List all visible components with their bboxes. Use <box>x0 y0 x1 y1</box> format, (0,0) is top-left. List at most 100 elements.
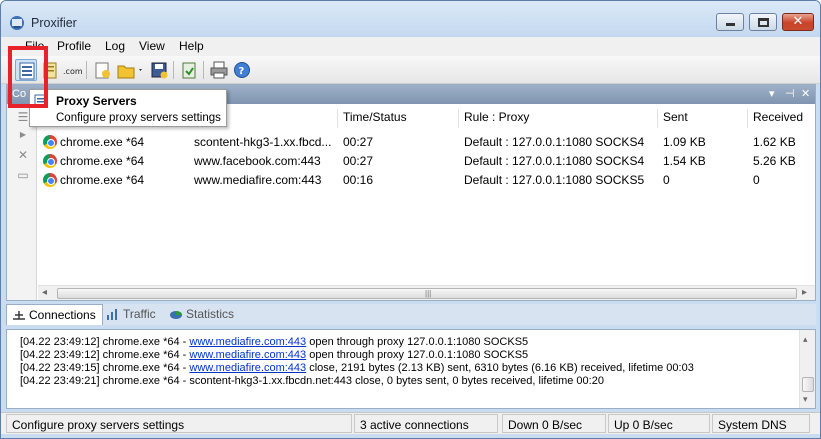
cell-target: www.facebook.com:443 <box>194 154 321 168</box>
status-download-rate: Down 0 B/sec <box>502 414 606 433</box>
connections-tab-icon <box>13 311 25 320</box>
cell-application: chrome.exe *64 <box>60 154 145 168</box>
cell-target: scontent-hkg3-1.xx.fbcd... <box>194 135 332 149</box>
status-upload-rate: Up 0 B/sec <box>608 414 710 433</box>
cell-rule-proxy: Default : 127.0.0.1:1080 SOCKS4 <box>464 135 645 149</box>
view-tabs: Connections Traffic Statistics <box>6 304 816 325</box>
toolbar-separator <box>86 61 87 79</box>
log-line: [04.22 23:49:15] chrome.exe *64 - www.me… <box>20 362 694 374</box>
cell-sent: 1.54 KB <box>663 154 706 168</box>
open-window-icon[interactable]: ▭ <box>15 168 31 184</box>
column-header-sent[interactable]: Sent <box>663 110 688 128</box>
scrollbar-thumb[interactable]: ||| <box>57 288 797 299</box>
cell-rule-proxy: Default : 127.0.0.1:1080 SOCKS4 <box>464 154 645 168</box>
close-icon: ✕ <box>792 13 804 28</box>
log-link[interactable]: www.mediafire.com:443 <box>189 349 306 361</box>
cell-application: chrome.exe *64 <box>60 135 145 149</box>
maximize-button[interactable] <box>749 13 777 31</box>
column-separator[interactable] <box>458 109 459 128</box>
tooltip-title: Proxy Servers <box>56 94 137 108</box>
scroll-right-icon[interactable]: ▸ <box>802 287 807 298</box>
cell-received: 5.26 KB <box>753 154 796 168</box>
print-button[interactable] <box>208 59 230 81</box>
log-line: [04.22 23:49:12] chrome.exe *64 - www.me… <box>20 336 528 348</box>
toolbar-separator <box>203 61 204 79</box>
column-separator[interactable] <box>747 109 748 128</box>
cell-sent: 0 <box>663 173 670 187</box>
menu-log[interactable]: Log <box>105 39 125 53</box>
highlight-annotation <box>8 46 48 108</box>
scroll-left-icon[interactable]: ◂ <box>42 287 47 298</box>
log-text: [04.22 23:49:21] chrome.exe *64 - sconte… <box>20 375 604 387</box>
proxifier-window: Proxifier ✕ File Profile Log View Help .… <box>0 0 821 439</box>
svg-text:?: ? <box>239 66 245 77</box>
scroll-down-icon[interactable]: ▾ <box>803 394 808 405</box>
vertical-scrollbar[interactable]: ▴ ▾ <box>799 330 815 408</box>
column-separator[interactable] <box>337 109 338 128</box>
column-separator[interactable] <box>657 109 658 128</box>
tab-traffic[interactable]: Traffic <box>101 304 162 325</box>
log-text: open through proxy 127.0.0.1:1080 SOCKS5 <box>306 336 529 348</box>
menu-view[interactable]: View <box>139 39 165 53</box>
close-button[interactable]: ✕ <box>782 13 814 31</box>
menu-profile[interactable]: Profile <box>57 39 91 53</box>
open-profile-button[interactable] <box>115 59 145 81</box>
log-text: [04.22 23:49:12] chrome.exe *64 - <box>20 349 190 361</box>
title-bar[interactable]: Proxifier ✕ <box>1 1 820 37</box>
print-icon <box>210 61 228 79</box>
column-header-received[interactable]: Received <box>753 110 803 128</box>
log-text: close, 2191 bytes (2.13 KB) sent, 6310 b… <box>306 362 694 374</box>
svg-text:.com: .com <box>63 67 83 76</box>
save-profile-icon <box>151 62 168 79</box>
table-row[interactable]: chrome.exe *64 scontent-hkg3-1.xx.fbcd..… <box>38 133 815 152</box>
log-text: open through proxy 127.0.0.1:1080 SOCKS5 <box>306 349 529 361</box>
status-dns: System DNS <box>712 414 810 433</box>
expand-arrow-icon[interactable]: ▶ <box>15 130 31 146</box>
panel-menu-icon[interactable]: ▾ <box>769 87 775 100</box>
cell-time-status: 00:27 <box>343 154 374 168</box>
tooltip-description: Configure proxy servers settings <box>56 112 221 124</box>
horizontal-scrollbar[interactable]: ◂ ||| ▸ <box>38 285 815 300</box>
proxifier-app-icon <box>10 16 24 30</box>
chrome-icon <box>43 154 57 168</box>
scrollbar-thumb[interactable] <box>802 377 814 392</box>
minimize-button[interactable] <box>716 13 744 31</box>
side-toolbar: ☰ ▶ ✕ ▭ <box>7 104 37 300</box>
export-icon <box>182 62 196 79</box>
statistics-tab-icon <box>170 311 182 319</box>
proxy-servers-tooltip: Proxy Servers Configure proxy servers se… <box>29 89 227 127</box>
scroll-up-icon[interactable]: ▴ <box>803 334 808 345</box>
tab-connections[interactable]: Connections <box>6 304 103 325</box>
help-icon: ? <box>234 62 250 78</box>
save-profile-button[interactable] <box>148 59 170 81</box>
export-button[interactable] <box>178 59 200 81</box>
help-button[interactable]: ? <box>231 59 253 81</box>
log-link[interactable]: www.mediafire.com:443 <box>189 336 306 348</box>
scrollbar-grip-icon: ||| <box>425 289 432 298</box>
open-profile-icon <box>117 65 142 79</box>
status-active-connections: 3 active connections <box>354 414 498 433</box>
pin-icon[interactable]: ⊣ <box>785 87 795 100</box>
cell-time-status: 00:27 <box>343 135 374 149</box>
toolbar-separator <box>173 61 174 79</box>
cell-received: 1.62 KB <box>753 135 796 149</box>
tab-statistics[interactable]: Statistics <box>164 304 240 325</box>
log-text: [04.22 23:49:12] chrome.exe *64 - <box>20 336 190 348</box>
table-row[interactable]: chrome.exe *64 www.mediafire.com:443 00:… <box>38 171 815 190</box>
log-panel[interactable]: [04.22 23:49:12] chrome.exe *64 - www.me… <box>6 329 816 409</box>
close-connection-icon[interactable]: ✕ <box>15 148 31 164</box>
tab-label: Connections <box>29 308 96 322</box>
panel-close-icon[interactable]: ✕ <box>801 87 810 100</box>
column-header-time-status[interactable]: Time/Status <box>343 110 407 128</box>
window-title: Proxifier <box>31 16 77 30</box>
new-profile-button[interactable] <box>91 59 113 81</box>
chrome-icon <box>43 173 57 187</box>
maximize-icon <box>758 18 769 27</box>
cell-target: www.mediafire.com:443 <box>194 173 322 187</box>
chrome-icon <box>43 135 57 149</box>
menu-help[interactable]: Help <box>179 39 204 53</box>
name-resolution-button[interactable]: .com <box>61 59 83 81</box>
log-link[interactable]: www.mediafire.com:443 <box>189 362 306 374</box>
table-row[interactable]: chrome.exe *64 www.facebook.com:443 00:2… <box>38 152 815 171</box>
column-header-rule-proxy[interactable]: Rule : Proxy <box>464 110 529 128</box>
